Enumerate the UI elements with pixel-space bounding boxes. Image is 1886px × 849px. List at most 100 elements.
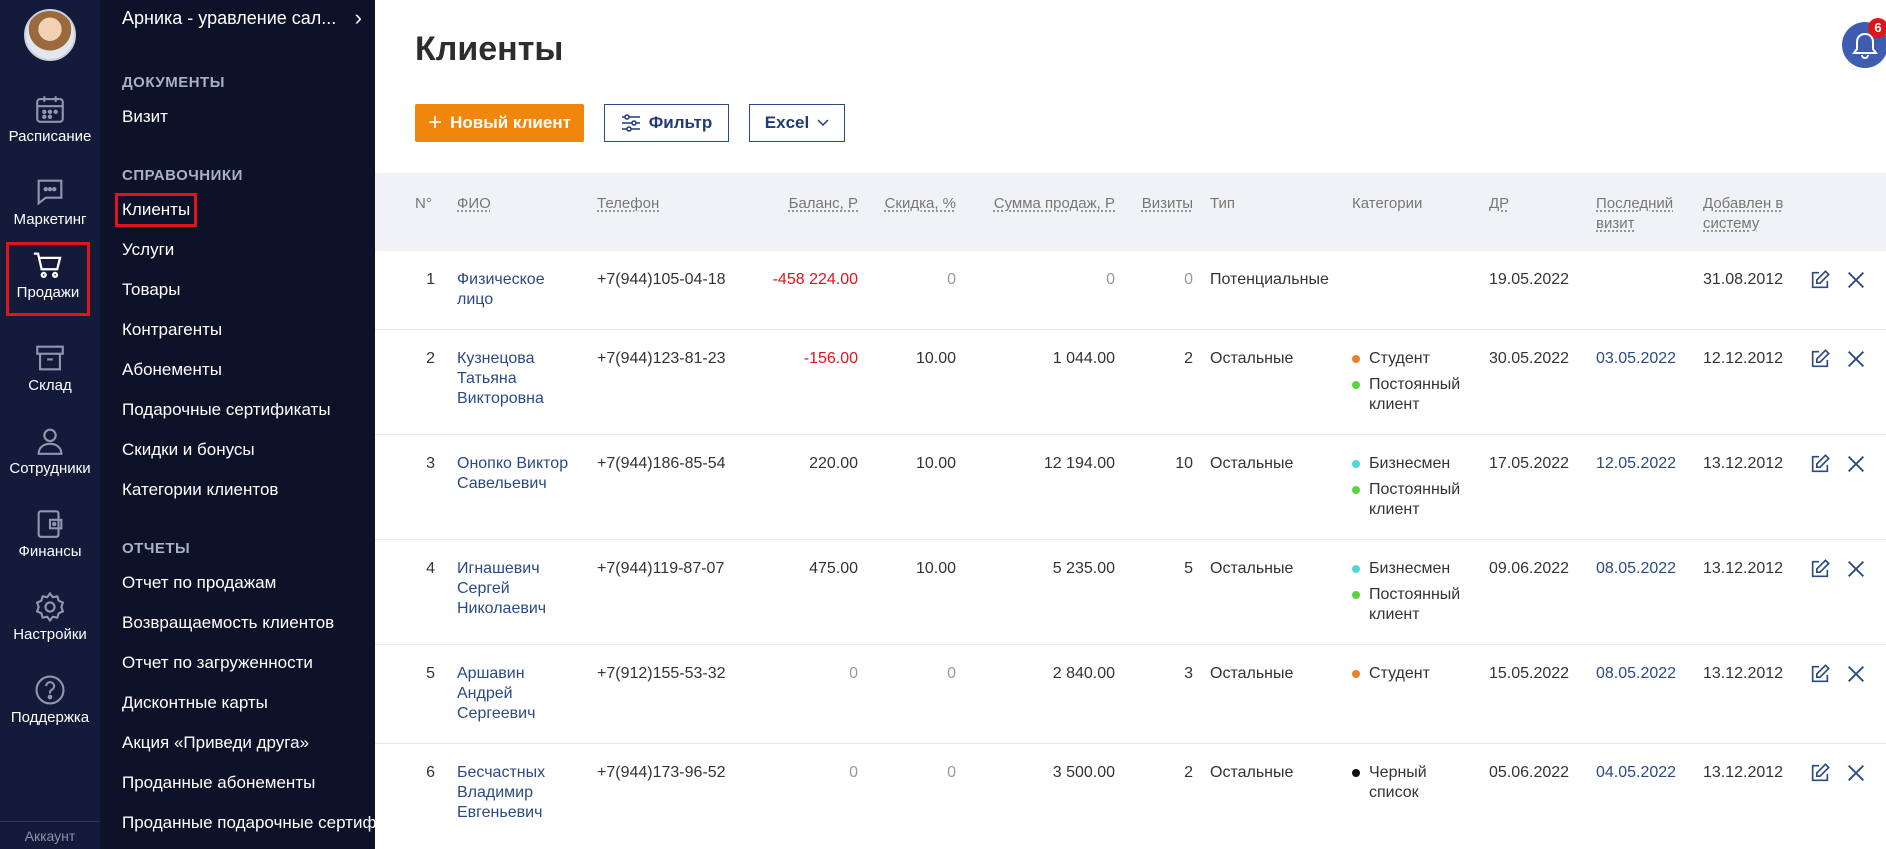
client-name-link[interactable]: Кузнецова Татьяна Викторовна (457, 349, 572, 409)
sales-total: 0 (1106, 271, 1115, 288)
row-num: 1 (426, 271, 435, 288)
filter-button[interactable]: Фильтр (604, 104, 729, 142)
menu-item-gift-certificates[interactable]: Подарочные сертификаты (122, 400, 331, 420)
rail-item-schedule[interactable]: Расписание (0, 86, 100, 166)
row-num: 5 (426, 665, 435, 682)
delete-icon[interactable] (1845, 762, 1867, 784)
birthday: 19.05.2022 (1489, 271, 1570, 288)
birthday: 05.06.2022 (1489, 764, 1570, 781)
last-visit-link[interactable]: 08.05.2022 (1596, 559, 1676, 579)
edit-icon[interactable] (1809, 558, 1831, 580)
menu-item-services[interactable]: Услуги (122, 240, 174, 260)
category-name: Постоянный клиент (1369, 481, 1461, 518)
menu-item-load-report[interactable]: Отчет по загруженности (122, 653, 313, 673)
client-type: Остальные (1210, 455, 1294, 472)
client-type: Остальные (1210, 560, 1294, 577)
col-header-discount[interactable]: Скидка, % (865, 194, 956, 214)
table-row[interactable]: 5 Аршавин Андрей Сергеевич +7(912)155-53… (375, 645, 1886, 744)
menu-item-visit[interactable]: Визит (122, 107, 168, 127)
avatar[interactable] (24, 9, 76, 61)
last-visit-link[interactable]: 12.05.2022 (1596, 454, 1676, 474)
rail-item-marketing[interactable]: Маркетинг (0, 169, 100, 249)
client-name-link[interactable]: Игнашевич Сергей Николаевич (457, 559, 572, 619)
delete-icon[interactable] (1845, 663, 1867, 685)
table-row[interactable]: 4 Игнашевич Сергей Николаевич +7(944)119… (375, 540, 1886, 645)
discount: 0 (947, 271, 956, 288)
edit-icon[interactable] (1809, 453, 1831, 475)
menu-item-subscriptions[interactable]: Абонементы (122, 360, 222, 380)
visits: 3 (1184, 665, 1193, 682)
col-header-added[interactable]: Добавлен в систему (1703, 194, 1785, 234)
menu-item-referral[interactable]: Акция «Приведи друга» (122, 733, 309, 753)
edit-icon[interactable] (1809, 269, 1831, 291)
visits: 10 (1175, 455, 1193, 472)
last-visit-link[interactable]: 04.05.2022 (1596, 763, 1676, 783)
last-visit-link[interactable]: 03.05.2022 (1596, 349, 1676, 369)
cart-icon (33, 252, 62, 279)
person-icon (37, 428, 63, 455)
client-name-link[interactable]: Онопко Виктор Савельевич (457, 454, 577, 494)
phone: +7(944)173-96-52 (597, 764, 726, 781)
client-type: Остальные (1210, 764, 1294, 781)
delete-icon[interactable] (1845, 453, 1867, 475)
menu-item-client-categories[interactable]: Категории клиентов (122, 480, 278, 500)
col-header-fio[interactable]: ФИО (457, 194, 491, 214)
col-header-type: Тип (1210, 195, 1236, 212)
client-type: Остальные (1210, 665, 1294, 682)
company-switcher[interactable]: Арника - уравление сал... › (122, 4, 362, 32)
rail-item-support[interactable]: Поддержка (0, 667, 100, 747)
delete-icon[interactable] (1845, 558, 1867, 580)
category-tag: Постоянный клиент (1352, 375, 1472, 415)
rail-item-sales[interactable]: Продажи (6, 242, 90, 316)
last-visit-link[interactable]: 08.05.2022 (1596, 664, 1676, 684)
category-dot (1352, 565, 1360, 573)
account-link[interactable]: Аккаунт (0, 821, 100, 849)
menu-item-goods[interactable]: Товары (122, 280, 180, 300)
category-tag: Постоянный клиент (1352, 585, 1472, 625)
category-dot (1352, 769, 1360, 777)
rail-item-label: Расписание (8, 128, 92, 145)
col-header-visits[interactable]: Визиты (1120, 194, 1193, 214)
category-tag: Постоянный клиент (1352, 480, 1472, 520)
col-header-last-visit[interactable]: Последний визит (1596, 194, 1686, 234)
visits: 2 (1184, 350, 1193, 367)
table-row[interactable]: 1 Физическое лицо +7(944)105-04-18 -458 … (375, 251, 1886, 330)
excel-export-dropdown[interactable]: Excel (749, 104, 845, 142)
client-name-link[interactable]: Физическое лицо (457, 270, 572, 310)
menu-item-sales-report[interactable]: Отчет по продажам (122, 573, 276, 593)
client-name-link[interactable]: Бесчастных Владимир Евгеньевич (457, 763, 572, 823)
table-row[interactable]: 2 Кузнецова Татьяна Викторовна +7(944)12… (375, 330, 1886, 435)
rail-item-staff[interactable]: Сотрудники (0, 418, 100, 498)
delete-icon[interactable] (1845, 269, 1867, 291)
table-row[interactable]: 6 Бесчастных Владимир Евгеньевич +7(944)… (375, 744, 1886, 849)
col-header-categories: Категории (1352, 195, 1423, 212)
category-list: Студент (1352, 664, 1472, 690)
menu-item-clients[interactable]: Клиенты (114, 193, 198, 227)
sales-total: 1 044.00 (1052, 350, 1115, 367)
client-name-link[interactable]: Аршавин Андрей Сергеевич (457, 664, 572, 724)
col-header-phone[interactable]: Телефон (597, 194, 659, 214)
new-client-button[interactable]: + Новый клиент (415, 104, 584, 142)
rail-item-finance[interactable]: Финансы (0, 501, 100, 581)
delete-icon[interactable] (1845, 348, 1867, 370)
category-dot (1352, 460, 1360, 468)
menu-item-sold-subscriptions[interactable]: Проданные абонементы (122, 773, 315, 793)
menu-item-discount-cards[interactable]: Дисконтные карты (122, 693, 268, 713)
menu-item-client-retention[interactable]: Возвращаемость клиентов (122, 613, 334, 633)
category-list: Студент Постоянный клиент (1352, 349, 1472, 421)
added-date: 31.08.2012 (1703, 271, 1784, 288)
table-row[interactable]: 3 Онопко Виктор Савельевич +7(944)186-85… (375, 435, 1886, 540)
menu-item-discounts[interactable]: Скидки и бонусы (122, 440, 255, 460)
menu-item-counterparties[interactable]: Контрагенты (122, 320, 222, 340)
col-header-birthday[interactable]: ДР (1489, 194, 1509, 214)
edit-icon[interactable] (1809, 762, 1831, 784)
col-header-balance[interactable]: Баланс, Р (738, 194, 858, 214)
edit-icon[interactable] (1809, 663, 1831, 685)
edit-icon[interactable] (1809, 348, 1831, 370)
notifications-button[interactable]: 6 (1842, 18, 1886, 68)
rail-item-warehouse[interactable]: Склад (0, 335, 100, 415)
category-tag: Студент (1352, 664, 1472, 684)
rail-item-label: Маркетинг (13, 211, 87, 228)
col-header-sales[interactable]: Сумма продаж, Р (963, 194, 1115, 214)
rail-item-settings[interactable]: Настройки (0, 584, 100, 664)
